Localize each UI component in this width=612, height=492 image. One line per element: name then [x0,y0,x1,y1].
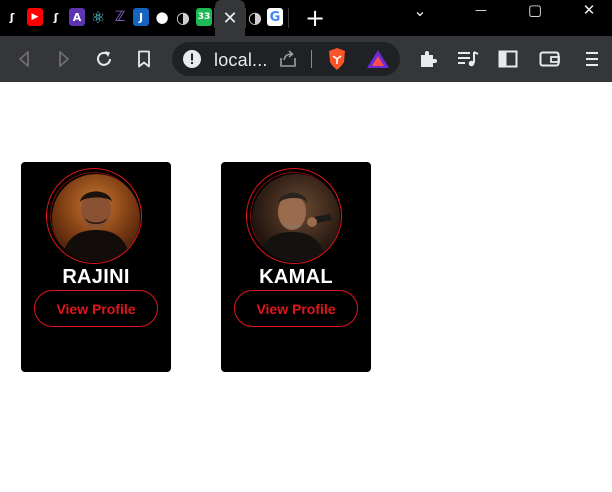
google-icon[interactable]: G [267,8,283,26]
forward-button[interactable] [50,45,78,73]
sidebar-icon [498,50,518,68]
profile-name: KAMAL [259,266,333,288]
youtube-icon[interactable]: ▶ [27,8,43,26]
playlist-music-icon [458,51,479,67]
brave-shields-icon[interactable] [326,47,348,71]
close-window-button[interactable]: ✕ [566,0,612,20]
bookmark-icon [138,50,150,68]
wallet-icon [539,51,560,67]
kamal-photo [252,174,340,262]
browser-toolbar: local... [0,36,612,82]
view-profile-button[interactable]: View Profile [234,290,358,327]
media-controls-button[interactable] [454,45,482,73]
avatar [52,174,140,262]
close-tab-icon[interactable]: ✕ [215,0,245,36]
github-icon[interactable]: ● [154,8,170,26]
tab-strip: ʃ ▶ ʃ A ⚛ ℤ J ● ◑ 33 ✕ ◑ G + ⌄ — ▢ ✕ [0,0,612,36]
share-icon[interactable] [278,50,298,68]
tab-separator [245,8,246,28]
jb-icon[interactable]: J [133,8,149,26]
tab-separator [288,8,289,28]
hamburger-menu-icon [586,52,598,66]
bookmark-button[interactable] [130,45,158,73]
react-icon[interactable]: ⚛ [90,8,106,27]
rocket-icon[interactable]: A [69,8,85,26]
back-button[interactable] [10,45,38,73]
site-info-icon[interactable] [182,49,202,69]
extensions-button[interactable] [414,45,442,73]
rajini-photo [52,174,140,262]
address-bar[interactable]: local... [172,42,400,76]
menu-button[interactable] [578,45,606,73]
generic-site-icon[interactable]: ◑ [247,8,263,27]
tab-search-icon[interactable]: ⌄ [400,0,440,20]
squiggle-icon[interactable]: ʃ [48,8,64,26]
omnibox-divider [311,50,312,68]
minimize-button[interactable]: — [458,0,504,20]
new-tab-button[interactable]: + [302,4,328,32]
profile-card-rajini: RAJINI View Profile [21,162,171,372]
maximize-button[interactable]: ▢ [512,0,558,20]
redux-icon[interactable]: ℤ [112,8,128,26]
generic-site-icon[interactable]: ◑ [175,8,191,27]
squiggle-icon[interactable]: ʃ [4,8,20,26]
wallet-button[interactable] [536,45,564,73]
forward-arrow-icon [59,51,69,67]
sidebar-button[interactable] [494,45,522,73]
reload-button[interactable] [90,45,118,73]
profile-card-kamal: KAMAL View Profile [221,162,371,372]
counter-icon[interactable]: 33 [196,8,212,26]
puzzle-icon [421,51,437,67]
back-arrow-icon [19,51,29,67]
reload-icon [97,51,111,66]
profile-name: RAJINI [62,266,130,288]
brave-rewards-icon[interactable] [366,49,390,69]
avatar [252,174,340,262]
url-text[interactable]: local... [214,50,268,71]
view-profile-button[interactable]: View Profile [34,290,158,327]
